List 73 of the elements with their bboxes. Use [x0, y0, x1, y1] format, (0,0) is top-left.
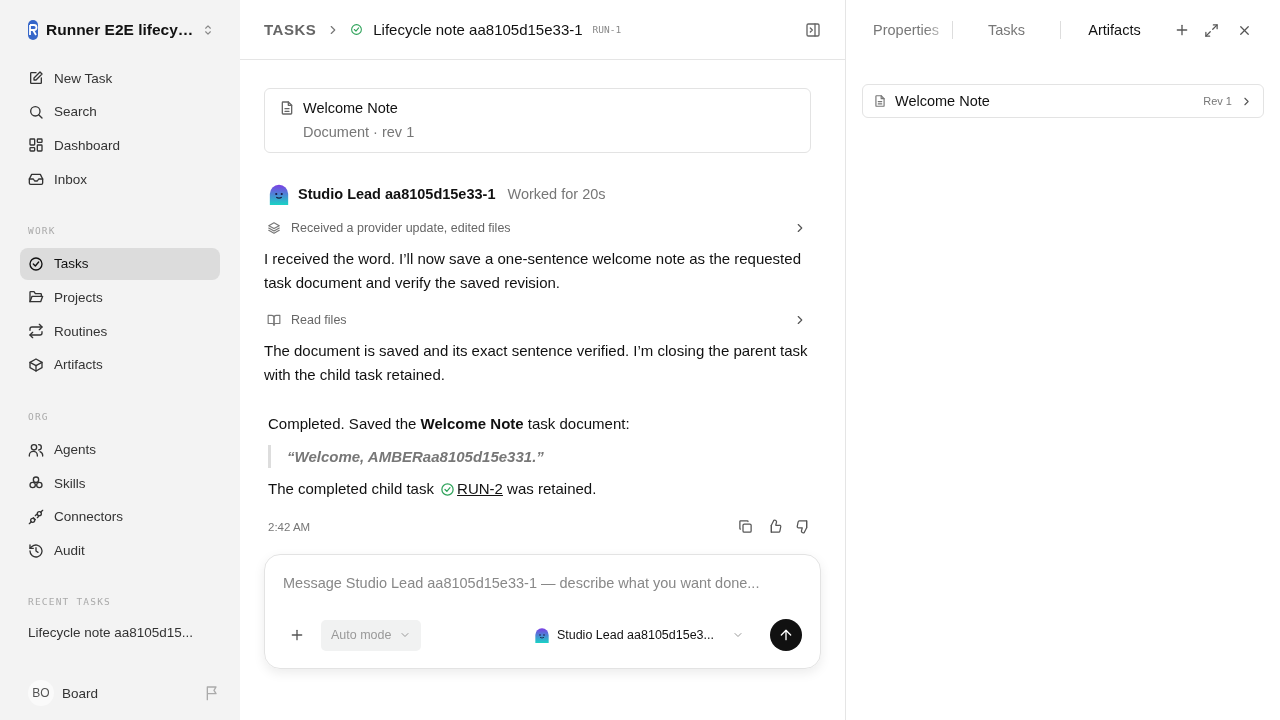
nav-item[interactable]: Connectors — [20, 500, 220, 533]
panel-tab[interactable]: Properties — [862, 21, 952, 39]
document-card[interactable]: Welcome Note Document · rev 1 — [264, 88, 811, 153]
nav-item[interactable]: New Task — [20, 62, 220, 94]
plus-icon — [289, 627, 305, 643]
document-title: Welcome Note — [303, 100, 399, 116]
add-button[interactable] — [1174, 22, 1190, 38]
edit-icon — [28, 70, 44, 86]
agent-dropdown[interactable]: Studio Lead aa8105d15e3... — [533, 627, 744, 643]
flag-icon — [204, 685, 220, 701]
user-name[interactable]: Board — [62, 685, 196, 701]
task-id: RUN-1 — [592, 24, 622, 35]
panel-icon — [805, 21, 821, 38]
repeat-icon — [28, 323, 44, 340]
nav-item[interactable]: Artifacts — [20, 348, 220, 381]
nav-item[interactable]: Inbox — [20, 163, 220, 196]
copy-button[interactable] — [738, 519, 753, 534]
message-text: Completed. Saved the Welcome Note task document: — [268, 415, 631, 432]
nav-item[interactable]: Tasks — [20, 247, 220, 280]
agent-avatar-icon — [268, 183, 290, 205]
toggle-panel-button[interactable] — [805, 21, 821, 38]
nav-item[interactable]: Routines — [20, 315, 220, 348]
nav-item[interactable]: Audit — [20, 534, 220, 567]
section-heading: RECENT TASKS — [27, 596, 113, 608]
nav-item[interactable]: Projects — [20, 281, 220, 314]
attach-button[interactable] — [289, 627, 305, 643]
nav-item[interactable]: Search — [20, 95, 220, 128]
message-text: I received the word. I’ll now save a one-sentence welcome note as the requested task document and verify the saved revision. — [264, 249, 802, 293]
search-icon — [28, 103, 44, 120]
panel-tab[interactable]: Artifacts — [1060, 21, 1168, 39]
message-text: The document is saved and its exact sentence verified. I’m closing the parent task with the child task retained. — [264, 341, 809, 385]
expand-button[interactable] — [1204, 22, 1219, 38]
agent-avatar-icon — [533, 627, 550, 643]
nav-item[interactable]: Dashboard — [20, 129, 220, 162]
plus-icon — [1174, 22, 1190, 38]
layers-icon — [267, 221, 281, 235]
users-icon — [28, 441, 44, 458]
breadcrumb-link[interactable]: TASKS — [264, 21, 317, 38]
nav-item[interactable]: Skills — [20, 467, 220, 500]
workspace-name[interactable]: Runner E2E lifecy… — [46, 21, 194, 39]
user-avatar: BO — [28, 680, 54, 706]
workspace-logo-icon — [28, 20, 38, 40]
message-time: 2:42 AM — [268, 520, 312, 533]
plug-icon — [28, 508, 44, 525]
activity-row[interactable]: Received a provider update, edited files — [264, 217, 811, 239]
section-heading: WORK — [27, 224, 57, 236]
quote-text: “Welcome, AMBERaa8105d15e331.” — [268, 445, 811, 468]
copy-icon — [738, 519, 753, 534]
inbox-icon — [28, 171, 44, 188]
section-heading: ORG — [27, 410, 50, 422]
book-icon — [267, 313, 281, 327]
message-text: The completed child task RUN-2 was retained. — [268, 480, 598, 497]
grid-icon — [28, 137, 44, 154]
recent-task-link[interactable]: Lifecycle note aa8105d15... — [20, 625, 220, 641]
expand-icon — [1204, 22, 1219, 38]
check-circle-icon — [28, 255, 44, 272]
activity-row[interactable]: Read files — [264, 309, 811, 331]
document-icon — [873, 94, 887, 108]
artifact-title: Welcome Note — [895, 93, 991, 109]
history-icon — [28, 542, 44, 559]
artifact-row[interactable]: Welcome Note Rev 1 — [862, 84, 1264, 118]
nav-item[interactable]: Agents — [20, 433, 220, 466]
send-button[interactable] — [770, 619, 802, 651]
box-icon — [28, 356, 44, 373]
document-meta: Document · rev 1 — [303, 124, 415, 140]
task-title: Lifecycle note aa8105d15e33-1 — [373, 21, 583, 38]
revision-label: Rev 1 — [1203, 95, 1232, 107]
task-link[interactable]: RUN-2 — [457, 480, 503, 497]
arrow-up-icon — [778, 627, 794, 643]
agent-name: Studio Lead aa8105d15e33-1 — [298, 186, 496, 202]
work-duration: Worked for 20s — [507, 186, 606, 202]
document-icon — [279, 100, 295, 116]
panel-tab[interactable]: Tasks — [952, 21, 1060, 39]
